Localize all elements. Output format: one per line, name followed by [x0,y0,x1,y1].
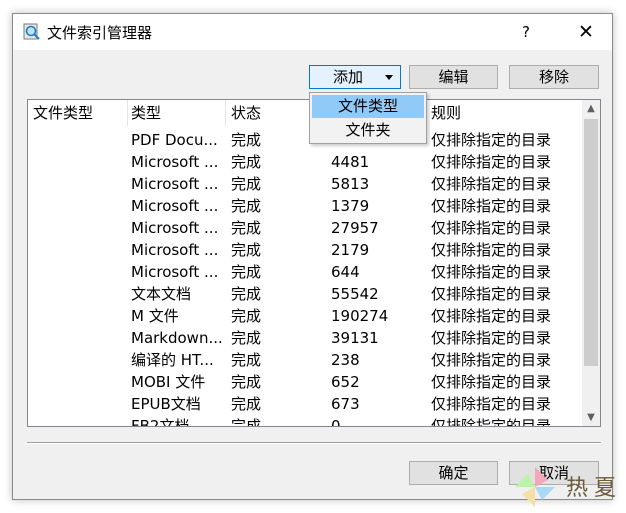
type-cell: Microsoft ... [131,219,219,237]
count-cell: 0 [331,417,341,427]
table-row[interactable]: .xlsxMicrosoft ...完成644仅排除指定的目录 [28,261,582,283]
remove-button[interactable]: 移除 [509,65,599,89]
status-cell: 完成 [231,197,262,215]
type-cell: PDF Docu... [131,131,218,149]
rule-cell: 仅排除指定的目录 [431,241,552,259]
table-row[interactable]: .txt文本文档完成55542仅排除指定的目录 [28,283,582,305]
help-button[interactable]: ? [511,14,541,50]
table-row[interactable]: .chm编译的 HT...完成238仅排除指定的目录 [28,349,582,371]
column-header-rule[interactable]: 规则 [426,100,582,126]
count-cell: 2179 [331,241,370,259]
count-cell: 39131 [331,329,379,347]
table-row[interactable]: .mdMarkdown...完成39131仅排除指定的目录 [28,327,582,349]
file-index-manager-dialog: 文件索引管理器 ? ✕ 添加 编辑 移除 文件类型 类型 状态 规则 .pdfP… [12,13,613,500]
status-cell: 完成 [231,241,262,259]
rule-cell: 仅排除指定的目录 [431,153,552,171]
status-cell: 完成 [231,329,262,347]
watermark-logo: 热夏 [510,460,626,513]
column-header-file-type[interactable]: 文件类型 [28,100,128,126]
status-cell: 完成 [231,153,262,171]
count-cell: 190274 [331,307,389,325]
type-cell: 文本文档 [131,285,192,303]
rule-cell: 仅排除指定的目录 [431,263,552,281]
menu-item-file-type[interactable]: 文件类型 [312,95,424,118]
count-cell: 644 [331,263,360,281]
type-cell: Microsoft ... [131,241,219,259]
add-dropdown-menu: 文件类型 文件夹 [309,92,427,144]
count-cell: 55542 [331,285,379,303]
column-header-type[interactable]: 类型 [126,100,226,126]
table-row[interactable]: .epubEPUB文档完成673仅排除指定的目录 [28,393,582,415]
table-row[interactable]: .mobiMOBI 文件完成652仅排除指定的目录 [28,371,582,393]
rule-cell: 仅排除指定的目录 [431,131,552,149]
table-row[interactable]: .docxMicrosoft ...完成27957仅排除指定的目录 [28,217,582,239]
title-bar: 文件索引管理器 ? ✕ [13,14,612,50]
status-cell: 完成 [231,285,262,303]
scroll-up-icon[interactable]: ▲ [582,100,600,117]
count-cell: 27957 [331,219,379,237]
table-row[interactable]: .docMicrosoft ...完成4481仅排除指定的目录 [28,151,582,173]
rule-cell: 仅排除指定的目录 [431,351,552,369]
rule-cell: 仅排除指定的目录 [431,395,552,413]
table-row[interactable]: .pptxMicrosoft ...完成2179仅排除指定的目录 [28,239,582,261]
table-row[interactable]: .mM 文件完成190274仅排除指定的目录 [28,305,582,327]
scrollbar-thumb[interactable] [584,119,598,366]
rule-cell: 仅排除指定的目录 [431,307,552,325]
file-type-list[interactable]: 文件类型 类型 状态 规则 .pdfPDF Docu...完成仅排除指定的目录.… [27,99,601,427]
search-index-icon [23,23,40,40]
watermark-text: 热夏 [566,476,623,501]
status-cell: 完成 [231,263,262,281]
scroll-down-icon[interactable]: ▼ [582,409,600,426]
rule-cell: 仅排除指定的目录 [431,417,552,427]
type-cell: Microsoft ... [131,197,219,215]
status-cell: 完成 [231,175,262,193]
count-cell: 5813 [331,175,370,193]
type-cell: Microsoft ... [131,175,219,193]
chevron-down-icon [385,75,393,80]
type-cell: 编译的 HT... [131,351,214,369]
type-cell: M 文件 [131,307,179,325]
edit-button[interactable]: 编辑 [409,65,498,89]
status-cell: 完成 [231,373,262,391]
menu-item-folder[interactable]: 文件夹 [312,119,424,142]
table-row[interactable]: .pptMicrosoft ...完成5813仅排除指定的目录 [28,173,582,195]
count-cell: 652 [331,373,360,391]
table-row[interactable]: .fb2FB2文档完成0仅排除指定的目录 [28,415,582,427]
rule-cell: 仅排除指定的目录 [431,285,552,303]
count-cell: 238 [331,351,360,369]
status-cell: 完成 [231,307,262,325]
rule-cell: 仅排除指定的目录 [431,219,552,237]
type-cell: MOBI 文件 [131,373,206,391]
close-button[interactable]: ✕ [568,14,604,50]
type-cell: Microsoft ... [131,153,219,171]
rule-cell: 仅排除指定的目录 [431,373,552,391]
status-cell: 完成 [231,395,262,413]
type-cell: Microsoft ... [131,263,219,281]
status-cell: 完成 [231,219,262,237]
add-button[interactable]: 添加 [309,65,401,89]
pinwheel-icon [515,467,555,507]
list-header: 文件类型 类型 状态 规则 [28,100,582,126]
window-title: 文件索引管理器 [47,24,153,42]
type-cell: FB2文档 [131,417,190,427]
table-row[interactable]: .xlsMicrosoft ...完成1379仅排除指定的目录 [28,195,582,217]
type-cell: EPUB文档 [131,395,201,413]
vertical-scrollbar[interactable]: ▲ ▼ [582,100,600,426]
rule-cell: 仅排除指定的目录 [431,197,552,215]
add-button-label: 添加 [333,68,364,86]
count-cell: 4481 [331,153,370,171]
rule-cell: 仅排除指定的目录 [431,175,552,193]
status-cell: 完成 [231,417,262,427]
status-cell: 完成 [231,131,262,149]
type-cell: Markdown... [131,329,223,347]
count-cell: 1379 [331,197,370,215]
table-row[interactable]: .pdfPDF Docu...完成仅排除指定的目录 [28,129,582,151]
count-cell: 673 [331,395,360,413]
status-cell: 完成 [231,351,262,369]
list-rows: .pdfPDF Docu...完成仅排除指定的目录.docMicrosoft .… [28,129,582,427]
ok-button[interactable]: 确定 [409,461,498,485]
divider [27,442,601,444]
rule-cell: 仅排除指定的目录 [431,329,552,347]
